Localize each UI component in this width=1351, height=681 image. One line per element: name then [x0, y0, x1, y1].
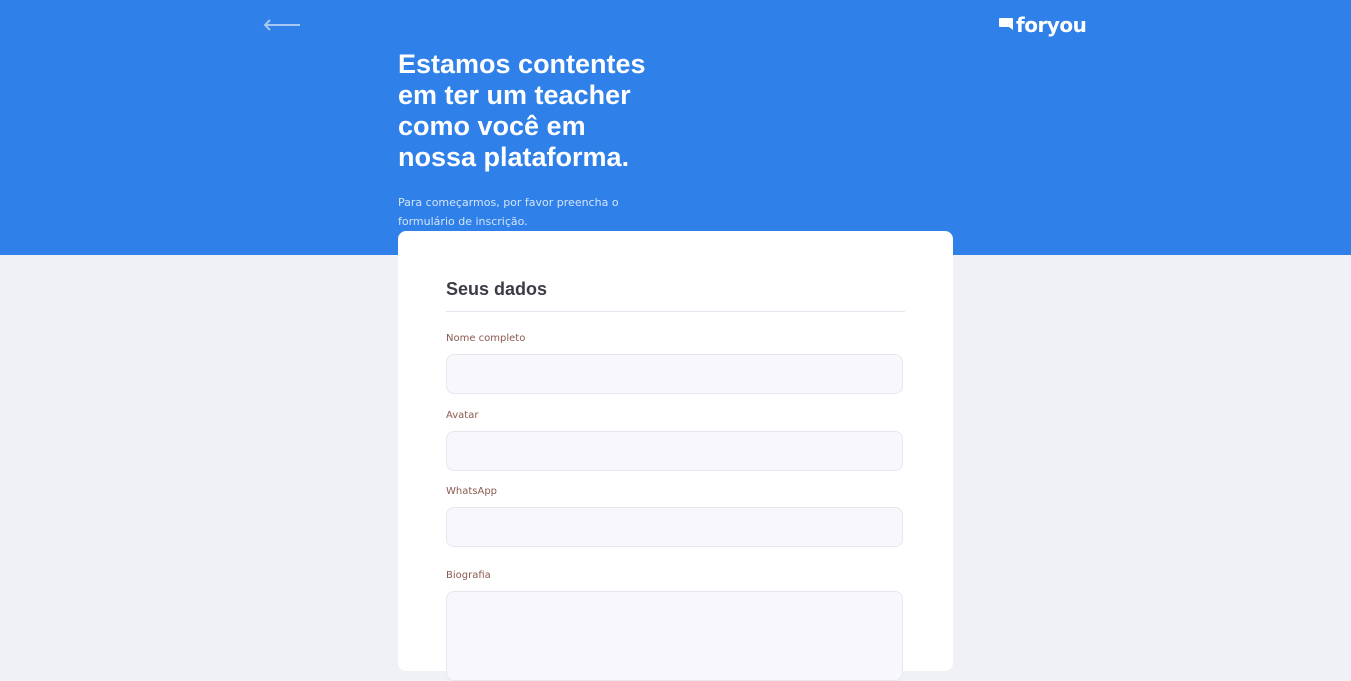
page-headline: Estamos contentes em ter um teacher como… [398, 49, 646, 172]
avatar-input[interactable] [446, 431, 903, 471]
full-name-label: Nome completo [446, 333, 526, 344]
arrow-left-icon[interactable] [262, 17, 302, 33]
whatsapp-label: WhatsApp [446, 486, 498, 497]
full-name-input[interactable] [446, 354, 903, 394]
page-subtitle: Para começarmos, por favor preencha o fo… [398, 196, 619, 228]
hero-header: foryou Estamos contentes em ter um teach… [0, 0, 1351, 255]
whatsapp-input[interactable] [446, 507, 903, 547]
form-section-title: Seus dados [446, 279, 548, 299]
chat-bubble-icon [999, 18, 1013, 30]
biography-label: Biografia [446, 570, 491, 581]
form-card: Seus dados Nome completo Avatar WhatsApp… [398, 231, 953, 681]
section-divider [446, 311, 905, 312]
brand-logo: foryou [998, 13, 1087, 37]
biography-textarea[interactable] [446, 591, 903, 681]
avatar-label: Avatar [446, 410, 479, 421]
logo-text: foryou [1016, 13, 1087, 37]
